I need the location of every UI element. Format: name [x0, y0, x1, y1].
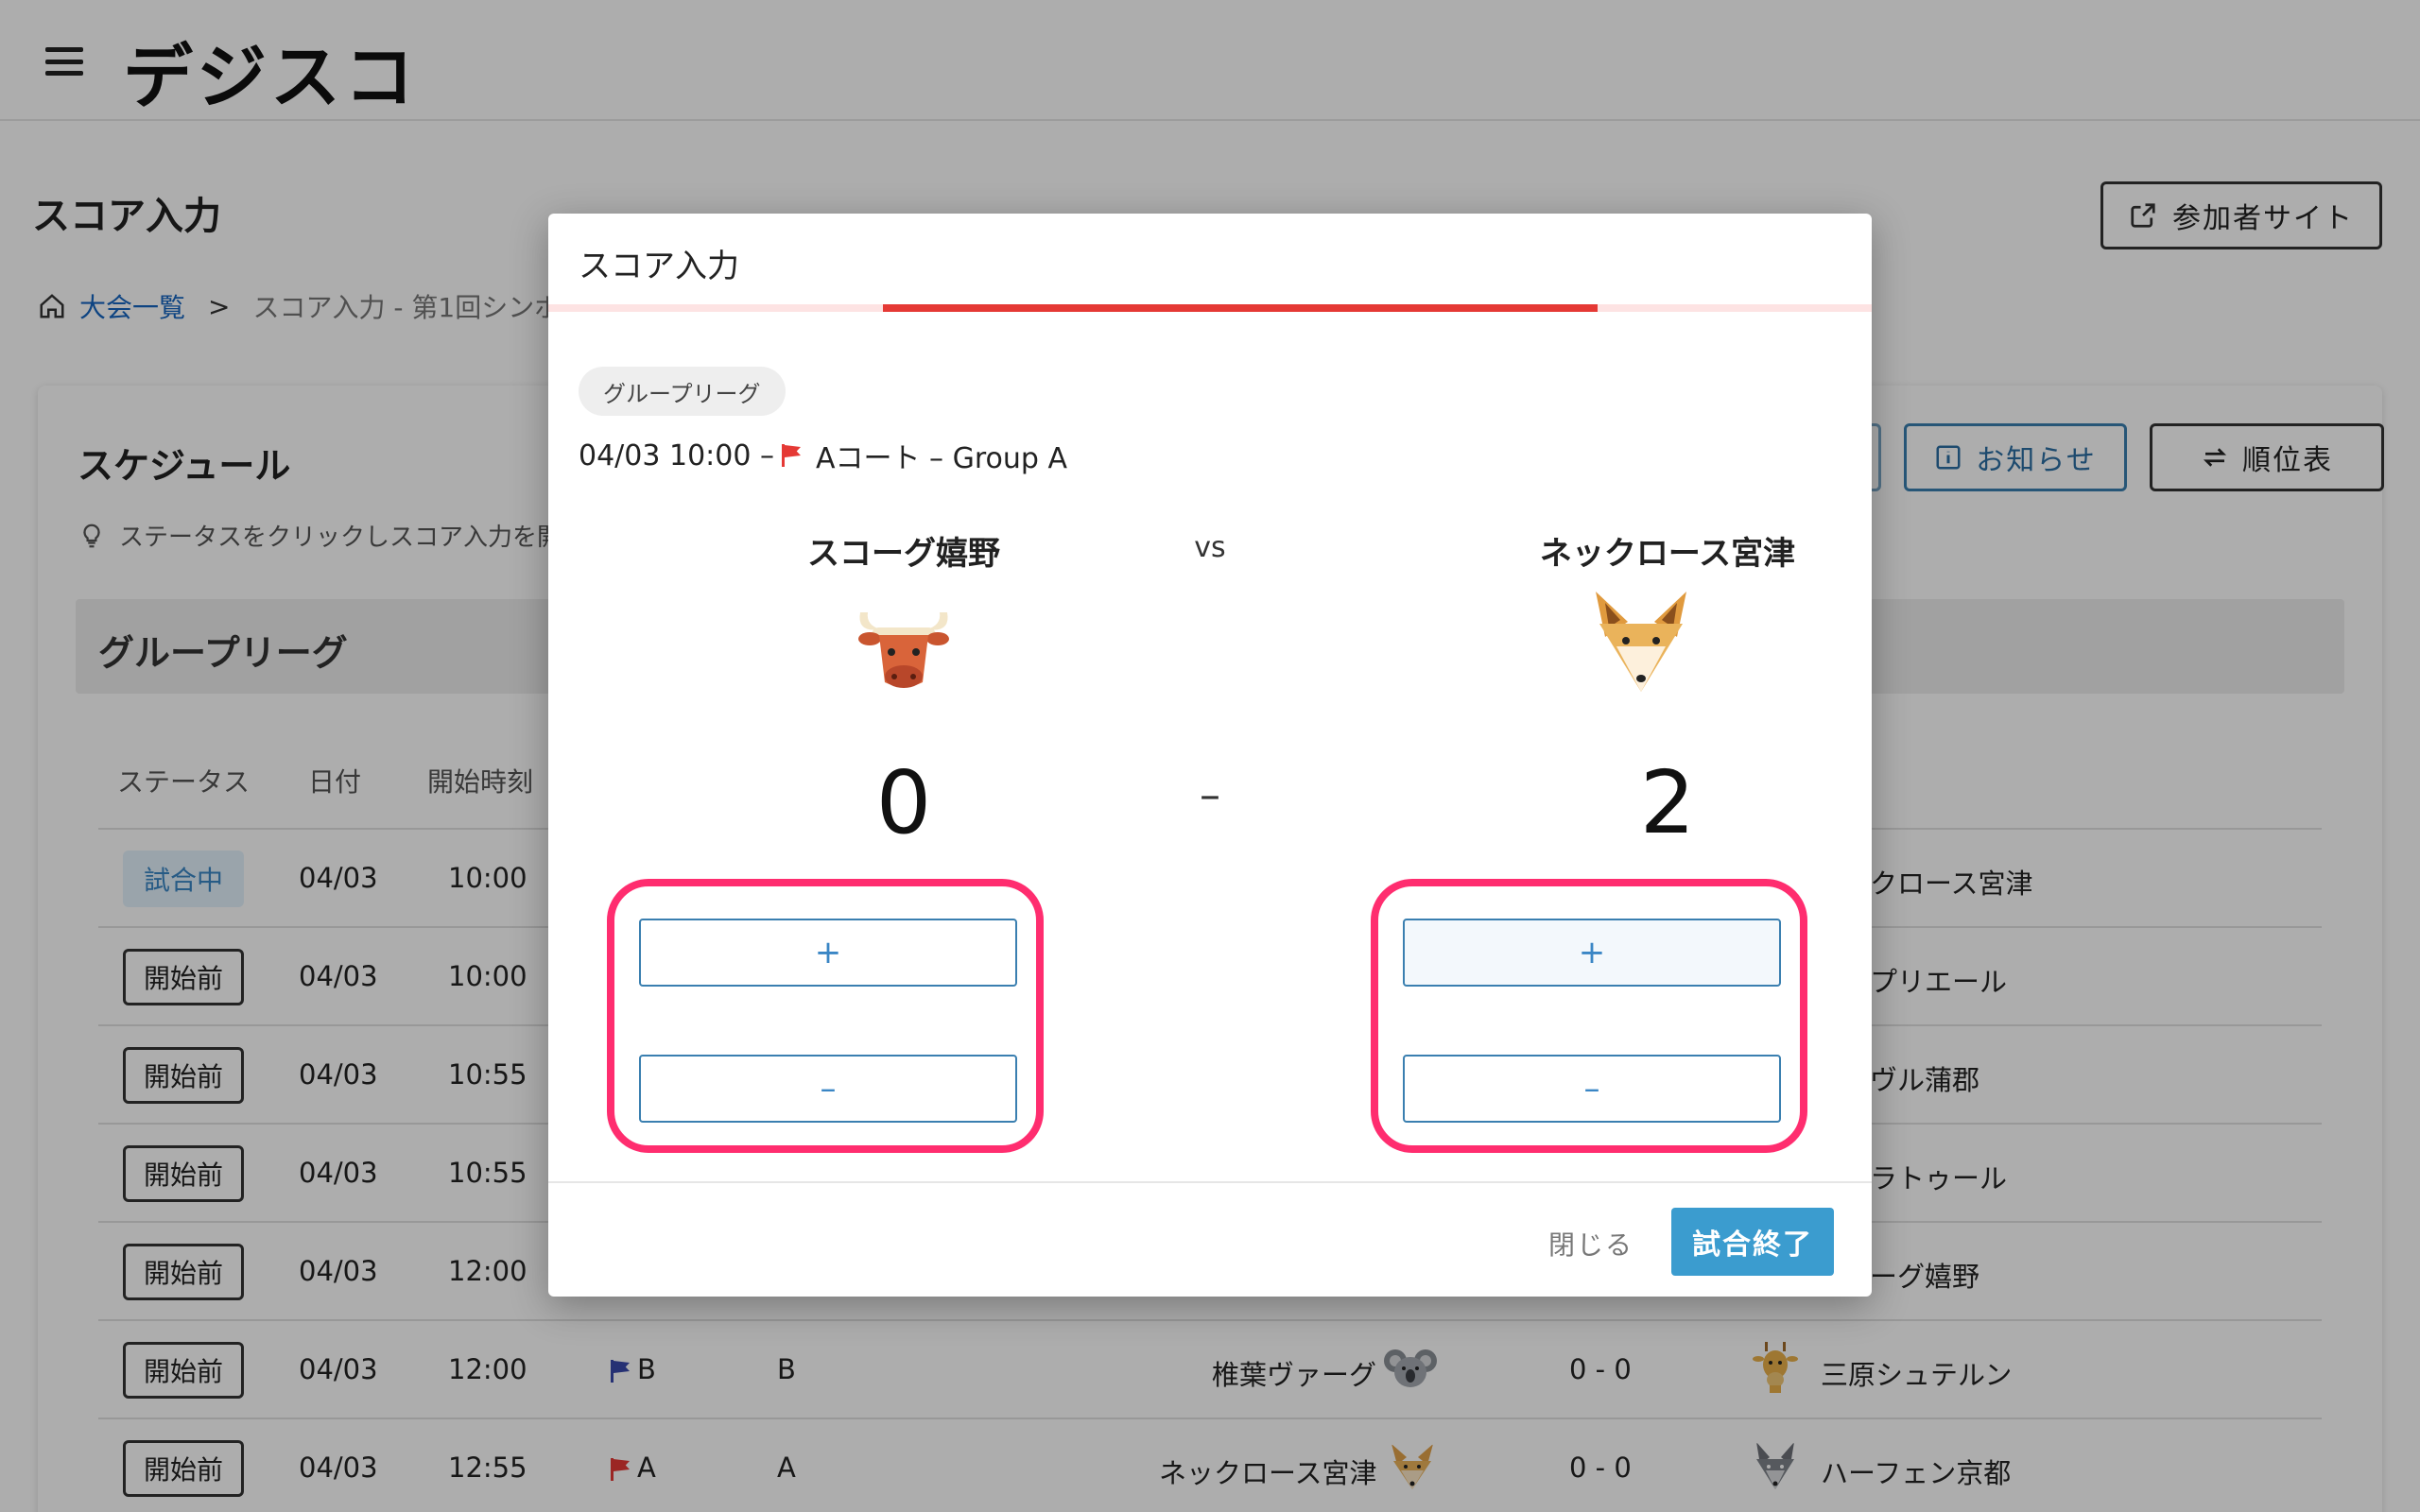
flag-icon [781, 444, 801, 467]
match-time: 04/03 10:00 – [579, 438, 774, 472]
score-input-dialog: スコア入力 グループリーグ 04/03 10:00 – Aコート – Group… [548, 214, 1872, 1297]
away-score: 2 [1639, 752, 1696, 853]
vs-label: vs [1194, 531, 1226, 564]
match-meta: 04/03 10:00 – Aコート – Group A [579, 435, 1067, 476]
match-court: Aコート – Group A [815, 442, 1067, 475]
score-separator: – [1200, 771, 1220, 819]
home-team-name: スコーグ嬉野 [807, 535, 1000, 573]
finish-match-button[interactable]: 試合終了 [1671, 1208, 1834, 1276]
away-team-name: ネックロース宮津 [1539, 535, 1796, 573]
home-score: 0 [875, 752, 932, 853]
dialog-title: スコア入力 [579, 248, 739, 285]
stage-chip: グループリーグ [579, 367, 786, 416]
away-score-decrement-button[interactable]: – [1403, 1055, 1781, 1123]
away-score-increment-button[interactable]: + [1403, 919, 1781, 987]
fox-icon [1596, 592, 1686, 692]
match-progress-fill [883, 304, 1598, 312]
dialog-footer-divider [548, 1181, 1872, 1183]
home-score-decrement-button[interactable]: – [639, 1055, 1017, 1123]
close-button[interactable]: 閉じる [1548, 1225, 1634, 1263]
bull-icon [858, 612, 949, 688]
match-progress-bar [548, 304, 1872, 312]
home-score-increment-button[interactable]: + [639, 919, 1017, 987]
